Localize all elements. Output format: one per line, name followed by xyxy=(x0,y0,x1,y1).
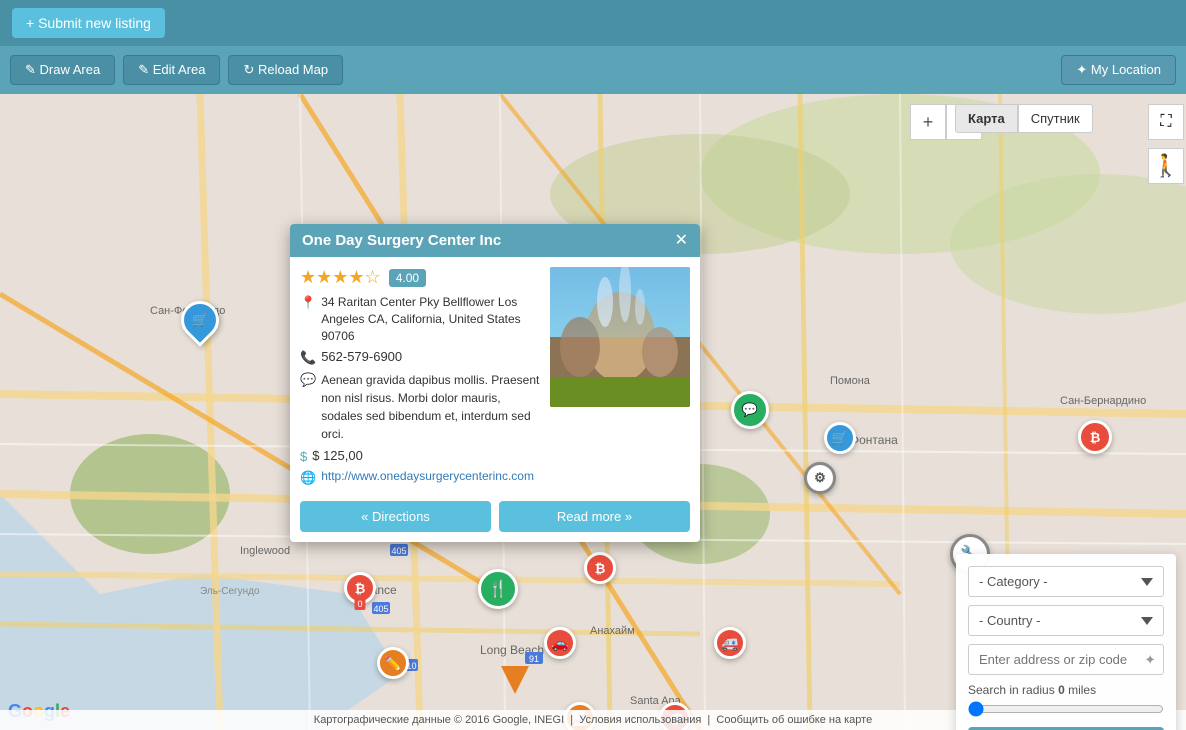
pegman-control[interactable]: 🚶 xyxy=(1148,148,1184,184)
info-window-details: ★★★★☆ 4.00 📍 34 Raritan Center Pky Bellf… xyxy=(300,267,540,491)
info-window-stars: ★★★★☆ 4.00 xyxy=(300,267,540,288)
phone-icon: 📞 xyxy=(300,350,316,366)
category-select[interactable]: - Category - Medical Food Auto xyxy=(968,566,1164,597)
map-type-map-button[interactable]: Карта xyxy=(955,104,1018,133)
map-type-controls: Карта Спутник xyxy=(955,104,1093,133)
marker-pin-1[interactable] xyxy=(501,666,529,694)
top-bar: + Submit new listing xyxy=(0,0,1186,46)
radius-slider[interactable] xyxy=(968,701,1164,717)
svg-text:Фонтана: Фонтана xyxy=(850,433,898,447)
marker-bitcoin-4[interactable]: ₿ 0 xyxy=(344,572,376,604)
location-icon: 📍 xyxy=(300,295,316,311)
marker-cart-1[interactable]: 🛒 xyxy=(181,301,219,339)
location-input-icon: ✦ xyxy=(1144,651,1156,668)
marker-bitcoin-3[interactable]: ₿ xyxy=(584,552,616,584)
pegman-icon: 🚶 xyxy=(1152,153,1179,179)
info-price-row: $ $ 125,00 xyxy=(300,448,540,464)
info-window-body: ★★★★☆ 4.00 📍 34 Raritan Center Pky Bellf… xyxy=(290,257,700,501)
info-address-row: 📍 34 Raritan Center Pky Bellflower Los A… xyxy=(300,294,540,344)
read-more-button[interactable]: Read more » xyxy=(499,501,690,532)
info-phone-row: 📞 562-579-6900 xyxy=(300,349,540,366)
map-fullscreen-button[interactable]: ⛶ xyxy=(1148,104,1184,140)
my-location-button[interactable]: ✦ My Location xyxy=(1061,55,1176,85)
info-window-price: $ 125,00 xyxy=(312,448,363,463)
marker-ambulance-1[interactable]: 🚑 xyxy=(714,627,746,659)
info-window-phone: 562-579-6900 xyxy=(321,349,402,364)
map-area[interactable]: Сан-Фернандо Torrance Long Beach Анахайм… xyxy=(0,94,1186,730)
terms-link[interactable]: Условия использования xyxy=(579,714,701,726)
country-select[interactable]: - Country - United States Canada xyxy=(968,605,1164,636)
svg-text:Сан-Бернардино: Сан-Бернардино xyxy=(1060,395,1146,407)
marker-bitcoin-2[interactable]: ₿ xyxy=(1078,420,1112,454)
zoom-in-button[interactable]: + xyxy=(910,104,946,140)
comment-icon: 💬 xyxy=(300,372,316,388)
marker-cart-2[interactable]: 🛒 xyxy=(824,422,856,454)
svg-text:Inglewood: Inglewood xyxy=(240,545,290,557)
info-website-row: 🌐 http://www.onedaysurgerycenterinc.com xyxy=(300,469,540,486)
marker-edit-1[interactable]: ✏️ xyxy=(377,647,409,679)
svg-text:Помона: Помона xyxy=(830,375,871,387)
info-window: One Day Surgery Center Inc ✕ ★★★★☆ 4.00 … xyxy=(290,224,700,542)
svg-text:405: 405 xyxy=(373,604,388,614)
info-window-close-button[interactable]: ✕ xyxy=(675,233,688,249)
svg-text:Анахайм: Анахайм xyxy=(590,625,635,637)
map-toolbar: ✎ Draw Area ✎ Edit Area ↻ Reload Map ✦ M… xyxy=(0,46,1186,94)
search-panel: - Category - Medical Food Auto - Country… xyxy=(956,554,1176,730)
submit-listing-button[interactable]: + Submit new listing xyxy=(12,8,165,38)
info-window-header: One Day Surgery Center Inc ✕ xyxy=(290,224,700,257)
report-link[interactable]: Сообщить об ошибке на карте xyxy=(716,714,872,726)
address-input-wrap: ✦ xyxy=(968,644,1164,675)
marker-gear-1[interactable]: ⚙ xyxy=(804,462,836,494)
info-window-rating-badge: 4.00 xyxy=(389,269,426,287)
radius-label: Search in radius 0 miles xyxy=(968,683,1164,697)
info-window-image xyxy=(550,267,690,407)
star-icons: ★★★★☆ xyxy=(300,267,381,288)
svg-text:Эль-Сегундо: Эль-Сегундо xyxy=(200,586,260,597)
directions-button[interactable]: « Directions xyxy=(300,501,491,532)
marker-chat-1[interactable]: 💬 xyxy=(731,391,769,429)
marker-car-1[interactable]: 🚗 xyxy=(544,627,576,659)
svg-text:405: 405 xyxy=(391,546,406,556)
svg-text:91: 91 xyxy=(529,654,539,664)
marker-food-1[interactable]: 🍴 xyxy=(478,569,518,609)
map-copyright: Картографические данные © 2016 Google, I… xyxy=(314,714,564,726)
draw-area-button[interactable]: ✎ Draw Area xyxy=(10,55,115,85)
info-window-address: 34 Raritan Center Pky Bellflower Los Ang… xyxy=(321,294,540,344)
map-type-satellite-button[interactable]: Спутник xyxy=(1018,104,1093,133)
info-description-row: 💬 Aenean gravida dapibus mollis. Praesen… xyxy=(300,371,540,443)
edit-area-button[interactable]: ✎ Edit Area xyxy=(123,55,220,85)
price-icon: $ xyxy=(300,449,307,464)
address-input[interactable] xyxy=(968,644,1164,675)
info-window-description: Aenean gravida dapibus mollis. Praesent … xyxy=(321,371,540,443)
info-window-website[interactable]: http://www.onedaysurgerycenterinc.com xyxy=(321,469,534,483)
info-window-actions: « Directions Read more » xyxy=(290,501,700,542)
info-window-title: One Day Surgery Center Inc xyxy=(302,232,501,249)
web-icon: 🌐 xyxy=(300,470,316,486)
reload-map-button[interactable]: ↻ Reload Map xyxy=(228,55,343,85)
